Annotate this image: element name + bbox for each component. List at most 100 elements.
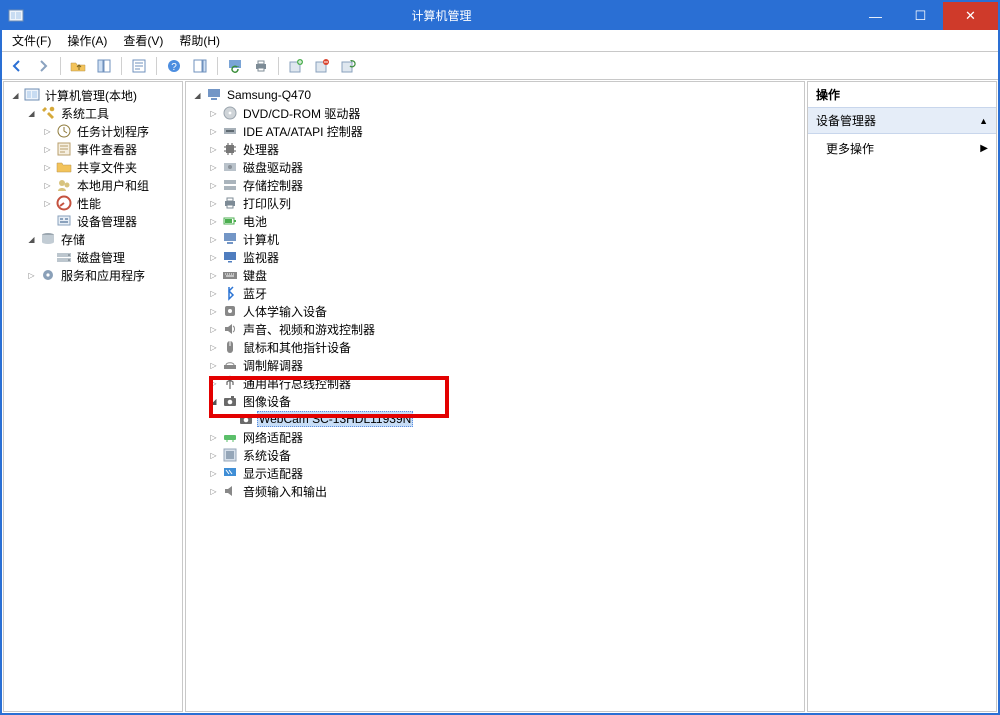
modem-icon xyxy=(222,357,238,373)
maximize-button[interactable]: ☐ xyxy=(898,2,943,30)
expand-collapse-icon[interactable] xyxy=(42,162,53,172)
properties-button[interactable] xyxy=(128,55,150,77)
tree-item[interactable]: 人体学输入设备 xyxy=(208,302,802,320)
expand-collapse-icon[interactable] xyxy=(208,144,219,154)
tree-item[interactable]: 系统工具 xyxy=(26,104,180,122)
actions-section[interactable]: 设备管理器 ▲ xyxy=(808,107,996,134)
menu-file[interactable]: 文件(F) xyxy=(6,30,57,51)
tree-item[interactable]: 计算机 xyxy=(208,230,802,248)
tree-item[interactable]: 服务和应用程序 xyxy=(26,266,180,284)
device-tree-pane[interactable]: Samsung-Q470DVD/CD-ROM 驱动器IDE ATA/ATAPI … xyxy=(185,81,805,712)
tree-item[interactable]: 电池 xyxy=(208,212,802,230)
expand-collapse-icon[interactable] xyxy=(208,306,219,316)
expand-collapse-icon[interactable] xyxy=(26,234,37,244)
expand-collapse-icon[interactable] xyxy=(208,468,219,478)
nav-back-button[interactable] xyxy=(6,55,28,77)
uninstall-button[interactable] xyxy=(337,55,359,77)
expand-collapse-icon[interactable] xyxy=(208,432,219,442)
expand-collapse-icon[interactable] xyxy=(26,270,37,280)
expand-collapse-icon[interactable] xyxy=(26,108,37,118)
tree-item[interactable]: 存储控制器 xyxy=(208,176,802,194)
expand-collapse-icon[interactable] xyxy=(208,270,219,280)
expand-collapse-icon[interactable] xyxy=(208,486,219,496)
expand-collapse-icon[interactable] xyxy=(42,180,53,190)
tree-item[interactable]: 音频输入和输出 xyxy=(208,482,802,500)
console-tree-button[interactable] xyxy=(93,55,115,77)
tree-item[interactable]: 调制解调器 xyxy=(208,356,802,374)
expand-collapse-icon[interactable] xyxy=(208,198,219,208)
tree-item[interactable]: 本地用户和组 xyxy=(42,176,180,194)
expand-collapse-icon[interactable] xyxy=(42,144,53,154)
tree-item-label: 电池 xyxy=(241,213,269,230)
expand-collapse-icon[interactable] xyxy=(208,450,219,460)
menu-help[interactable]: 帮助(H) xyxy=(173,30,226,51)
tree-item[interactable]: 任务计划程序 xyxy=(42,122,180,140)
tree-item[interactable]: 性能 xyxy=(42,194,180,212)
pc-icon xyxy=(222,231,238,247)
tree-item-label: IDE ATA/ATAPI 控制器 xyxy=(241,123,365,140)
tree-item[interactable]: 键盘 xyxy=(208,266,802,284)
tree-item[interactable]: 系统设备 xyxy=(208,446,802,464)
console-tree-pane[interactable]: 计算机管理(本地)系统工具任务计划程序事件查看器共享文件夹本地用户和组性能设备管… xyxy=(3,81,183,712)
hid-icon xyxy=(222,303,238,319)
expand-collapse-icon[interactable] xyxy=(208,378,219,388)
sys-icon xyxy=(222,447,238,463)
tree-item[interactable]: 设备管理器 xyxy=(42,212,180,230)
expand-collapse-icon[interactable] xyxy=(208,126,219,136)
expand-collapse-icon[interactable] xyxy=(208,342,219,352)
add-legacy-hw-button[interactable] xyxy=(285,55,307,77)
tree-item-label: 处理器 xyxy=(241,141,281,158)
tree-item[interactable]: 显示适配器 xyxy=(208,464,802,482)
actions-more[interactable]: 更多操作 ▶ xyxy=(808,134,996,163)
tree-item[interactable]: 鼠标和其他指针设备 xyxy=(208,338,802,356)
minimize-button[interactable]: — xyxy=(853,2,898,30)
expand-collapse-icon[interactable] xyxy=(208,252,219,262)
tree-item[interactable]: 图像设备 xyxy=(208,392,802,410)
expand-collapse-icon[interactable] xyxy=(42,198,53,208)
expand-collapse-icon[interactable] xyxy=(192,90,203,100)
expand-collapse-icon[interactable] xyxy=(10,90,21,100)
menu-action[interactable]: 操作(A) xyxy=(61,30,113,51)
tree-item-label: 系统工具 xyxy=(59,105,111,122)
expand-collapse-icon[interactable] xyxy=(208,234,219,244)
print-button[interactable] xyxy=(250,55,272,77)
disp-icon xyxy=(222,465,238,481)
expand-collapse-icon[interactable] xyxy=(208,216,219,226)
tree-item[interactable]: 通用串行总线控制器 xyxy=(208,374,802,392)
tree-item[interactable]: Samsung-Q470 xyxy=(192,86,802,104)
tree-item[interactable]: WebCam SC-13HDL11939N xyxy=(224,410,802,428)
expand-collapse-icon[interactable] xyxy=(208,396,219,406)
expand-collapse-icon[interactable] xyxy=(208,180,219,190)
tree-item[interactable]: 打印队列 xyxy=(208,194,802,212)
expand-collapse-icon[interactable] xyxy=(208,162,219,172)
tree-item[interactable]: 蓝牙 xyxy=(208,284,802,302)
up-level-button[interactable] xyxy=(67,55,89,77)
tree-item[interactable]: 网络适配器 xyxy=(208,428,802,446)
tree-item[interactable]: DVD/CD-ROM 驱动器 xyxy=(208,104,802,122)
scan-hardware-button[interactable] xyxy=(311,55,333,77)
expand-collapse-icon[interactable] xyxy=(42,126,53,136)
toolbar xyxy=(2,52,998,80)
expand-collapse-icon[interactable] xyxy=(208,324,219,334)
expand-collapse-icon[interactable] xyxy=(208,288,219,298)
tree-item[interactable]: 监视器 xyxy=(208,248,802,266)
app-window: 计算机管理 — ☐ ✕ 文件(F) 操作(A) 查看(V) 帮助(H) 计算机 xyxy=(0,0,1000,715)
tree-item[interactable]: 磁盘驱动器 xyxy=(208,158,802,176)
nav-forward-button[interactable] xyxy=(32,55,54,77)
mmc-icon xyxy=(24,87,40,103)
help-button[interactable] xyxy=(163,55,185,77)
tree-item[interactable]: 存储 xyxy=(26,230,180,248)
preview-pane-button[interactable] xyxy=(189,55,211,77)
menu-view[interactable]: 查看(V) xyxy=(117,30,169,51)
tree-item[interactable]: 计算机管理(本地) xyxy=(10,86,180,104)
expand-collapse-icon[interactable] xyxy=(208,360,219,370)
close-button[interactable]: ✕ xyxy=(943,2,998,30)
tree-item[interactable]: 处理器 xyxy=(208,140,802,158)
tree-item[interactable]: 共享文件夹 xyxy=(42,158,180,176)
tree-item[interactable]: 事件查看器 xyxy=(42,140,180,158)
tree-item[interactable]: 声音、视频和游戏控制器 xyxy=(208,320,802,338)
expand-collapse-icon[interactable] xyxy=(208,108,219,118)
tree-item[interactable]: IDE ATA/ATAPI 控制器 xyxy=(208,122,802,140)
tree-item[interactable]: 磁盘管理 xyxy=(42,248,180,266)
refresh-detail-button[interactable] xyxy=(224,55,246,77)
